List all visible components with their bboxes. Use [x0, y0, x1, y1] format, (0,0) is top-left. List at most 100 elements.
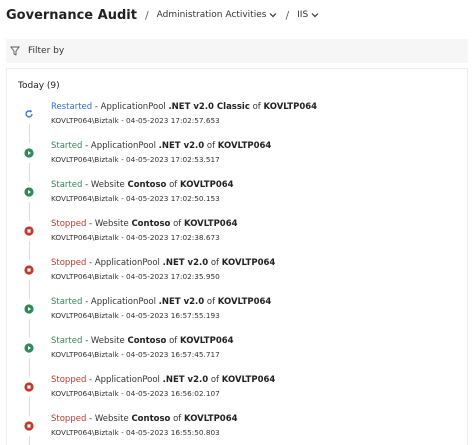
- entry-name: Contoso: [127, 180, 167, 190]
- entry-meta: KOVLTP064\Biztalk - 04-05-2023 17:02:35.…: [51, 272, 220, 281]
- entry-of: of: [210, 375, 220, 385]
- entry-action: Restarted: [51, 102, 93, 112]
- play-icon: [22, 185, 36, 199]
- audit-entry: Started - ApplicationPool .NET v2.0 of K…: [7, 141, 467, 179]
- breadcrumb-administration-activities[interactable]: Administration Activities: [157, 10, 278, 20]
- filter-bar[interactable]: Filter by: [6, 39, 468, 63]
- breadcrumb-label: IIS: [297, 10, 309, 20]
- entry-summary: Started - Website Contoso of KOVLTP064: [51, 180, 234, 190]
- entry-user: KOVLTP064\Biztalk: [51, 155, 119, 164]
- entry-user: KOVLTP064\Biztalk: [51, 116, 119, 125]
- entry-name: .NET v2.0: [158, 297, 205, 307]
- entry-summary: Stopped - Website Contoso of KOVLTP064: [51, 219, 238, 229]
- stop-icon: [22, 263, 36, 277]
- entry-of: of: [206, 141, 216, 151]
- breadcrumb-iis[interactable]: IIS: [297, 10, 319, 20]
- audit-entry: Stopped - ApplicationPool .NET v2.0 of K…: [7, 258, 467, 296]
- play-icon: [22, 146, 36, 160]
- entry-timestamp: 04-05-2023 16:55:50.803: [126, 428, 220, 437]
- entry-type: Website: [94, 414, 129, 424]
- entry-server: KOVLTP064: [180, 180, 234, 190]
- entry-meta: KOVLTP064\Biztalk - 04-05-2023 16:55:50.…: [51, 428, 220, 437]
- audit-entry: Started - Website Contoso of KOVLTP064 KO…: [7, 180, 467, 218]
- entry-timestamp: 04-05-2023 16:57:55.193: [126, 311, 220, 320]
- entry-type: Website: [90, 336, 125, 346]
- breadcrumb-separator: /: [285, 8, 290, 22]
- entry-name: Contoso: [131, 219, 171, 229]
- play-icon: [22, 302, 36, 316]
- entry-type: ApplicationPool: [90, 141, 156, 151]
- entry-server: KOVLTP064: [263, 102, 318, 112]
- entry-user: KOVLTP064\Biztalk: [51, 389, 119, 398]
- entry-user: KOVLTP064\Biztalk: [51, 272, 119, 281]
- audit-entry: Started - ApplicationPool .NET v2.0 of K…: [7, 297, 467, 335]
- breadcrumb-separator: /: [144, 8, 149, 22]
- entry-meta: KOVLTP064\Biztalk - 04-05-2023 17:02:57.…: [51, 116, 220, 125]
- entry-timestamp: 04-05-2023 17:02:50.153: [126, 194, 220, 203]
- entry-name: Contoso: [127, 336, 167, 346]
- entry-type: ApplicationPool: [94, 258, 160, 268]
- entry-meta: KOVLTP064\Biztalk - 04-05-2023 16:56:02.…: [51, 389, 220, 398]
- entry-name: .NET v2.0: [162, 258, 209, 268]
- entry-timestamp: 04-05-2023 16:56:02.107: [126, 389, 220, 398]
- entry-timestamp: 04-05-2023 16:57:45.717: [126, 350, 220, 359]
- audit-entry: Started - Website Contoso of KOVLTP064 KO…: [7, 336, 467, 374]
- filter-icon: [10, 46, 20, 56]
- entry-timestamp: 04-05-2023 17:02:35.950: [126, 272, 220, 281]
- entry-server: KOVLTP064: [183, 219, 238, 229]
- audit-entry: Restarted - ApplicationPool .NET v2.0 Cl…: [7, 102, 467, 140]
- entry-action: Started: [51, 180, 83, 190]
- entry-server: KOVLTP064: [217, 297, 272, 307]
- entry-type: Website: [94, 219, 129, 229]
- stop-icon: [22, 224, 36, 238]
- entry-timestamp: 04-05-2023 17:02:53.517: [126, 155, 220, 164]
- entry-server: KOVLTP064: [180, 336, 234, 346]
- audit-entry: Stopped - Website Contoso of KOVLTP064 KO…: [7, 219, 467, 257]
- entry-action: Stopped: [51, 258, 87, 268]
- entry-action: Started: [51, 336, 83, 346]
- entry-action: Stopped: [51, 414, 87, 424]
- entry-user: KOVLTP064\Biztalk: [51, 350, 119, 359]
- entry-of: of: [169, 336, 178, 346]
- entry-summary: Started - ApplicationPool .NET v2.0 of K…: [51, 141, 272, 151]
- entry-meta: KOVLTP064\Biztalk - 04-05-2023 17:02:53.…: [51, 155, 220, 164]
- chevron-down-icon: [311, 13, 319, 18]
- entry-meta: KOVLTP064\Biztalk - 04-05-2023 17:02:50.…: [51, 194, 220, 203]
- audit-entry: Stopped - Website Contoso of KOVLTP064 KO…: [7, 414, 467, 445]
- filter-label: Filter by: [28, 46, 65, 56]
- entry-type: ApplicationPool: [100, 102, 166, 112]
- entry-server: KOVLTP064: [183, 414, 238, 424]
- entry-user: KOVLTP064\Biztalk: [51, 311, 119, 320]
- app-title: Governance Audit: [6, 7, 137, 23]
- entry-name: .NET v2.0: [158, 141, 205, 151]
- stop-icon: [22, 380, 36, 394]
- group-title: Today (9): [18, 81, 60, 91]
- entry-of: of: [206, 297, 216, 307]
- entry-of: of: [173, 414, 182, 424]
- entry-action: Started: [51, 141, 83, 151]
- entry-action: Stopped: [51, 375, 87, 385]
- chevron-down-icon: [270, 13, 277, 18]
- entry-timestamp: 04-05-2023 17:02:57.653: [126, 116, 220, 125]
- entry-summary: Stopped - ApplicationPool .NET v2.0 of K…: [51, 258, 276, 268]
- entry-name: .NET v2.0 Classic: [168, 102, 250, 112]
- entry-type: Website: [90, 180, 125, 190]
- entry-action: Started: [51, 297, 83, 307]
- restart-icon: [22, 107, 36, 121]
- entry-summary: Started - Website Contoso of KOVLTP064: [51, 336, 234, 346]
- page-header: Governance Audit / Administration Activi…: [0, 0, 474, 30]
- audit-entry: Stopped - ApplicationPool .NET v2.0 of K…: [7, 375, 467, 413]
- entry-summary: Restarted - ApplicationPool .NET v2.0 Cl…: [51, 102, 318, 112]
- breadcrumb-label: Administration Activities: [156, 10, 267, 20]
- entry-of: of: [169, 180, 178, 190]
- entry-meta: KOVLTP064\Biztalk - 04-05-2023 16:57:45.…: [51, 350, 220, 359]
- entry-of: of: [210, 258, 220, 268]
- entry-server: KOVLTP064: [217, 141, 272, 151]
- entry-name: .NET v2.0: [162, 375, 209, 385]
- entry-summary: Stopped - Website Contoso of KOVLTP064: [51, 414, 238, 424]
- entry-server: KOVLTP064: [221, 375, 276, 385]
- entry-server: KOVLTP064: [221, 258, 276, 268]
- entry-type: ApplicationPool: [94, 375, 160, 385]
- entry-user: KOVLTP064\Biztalk: [51, 428, 119, 437]
- entry-type: ApplicationPool: [90, 297, 156, 307]
